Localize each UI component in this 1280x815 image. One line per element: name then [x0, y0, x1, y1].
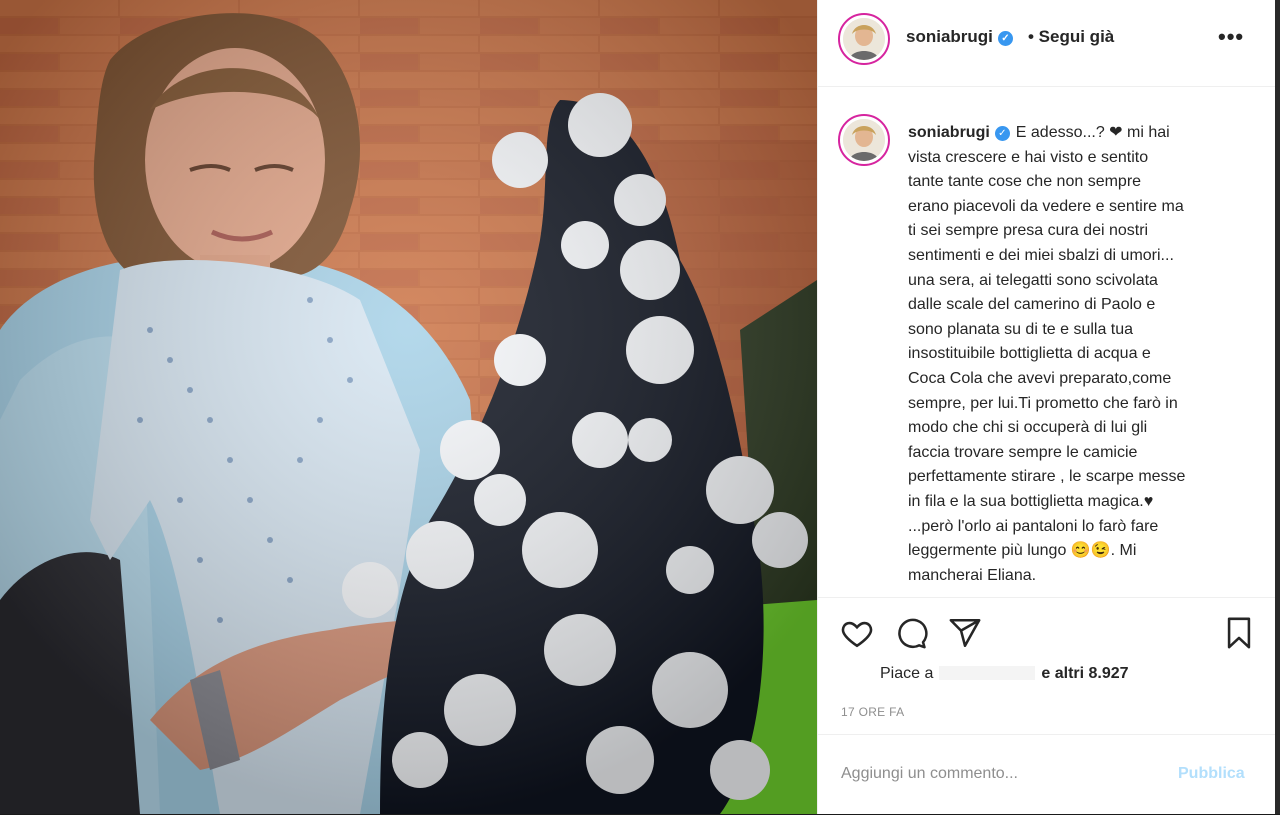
caption-line: erano piacevoli da vedere e sentire ma — [908, 197, 1184, 215]
comment-bar: Aggiungi un commento... Pubblica — [818, 734, 1276, 815]
caption-section: soniabrugi ✓ E adesso...? ❤ mi hai vista c… — [818, 87, 1276, 597]
author-avatar[interactable] — [838, 13, 890, 65]
caption-line: Coca Cola che avevi preparato,come — [908, 369, 1172, 387]
caption-line: una sera, ai telegatti sono scivolata — [908, 271, 1158, 289]
liker-name-redacted — [939, 666, 1036, 680]
more-options-icon[interactable]: ••• — [1218, 24, 1244, 50]
post-timestamp[interactable]: 17 ORE FA — [841, 705, 904, 719]
caption-line: vista crescere e hai visto e sentito — [908, 148, 1149, 166]
action-bar: Piace ae altri 8.927 17 ORE FA — [818, 597, 1276, 734]
author-username[interactable]: soniabrugi ✓ — [906, 27, 1013, 47]
follow-status[interactable]: • Segui già — [1028, 27, 1114, 47]
send-icon[interactable] — [948, 616, 982, 650]
caption-line: soniabrugi ✓ E adesso...? ❤ mi hai — [908, 124, 1170, 141]
post-photo[interactable] — [0, 0, 817, 814]
post-panel: soniabrugi ✓ • Segui già ••• soniabrugi ✓ E… — [817, 0, 1276, 814]
heart-icon[interactable] — [840, 616, 874, 650]
verified-badge-icon: ✓ — [997, 31, 1013, 46]
caption-line: modo che chi si occuperà di lui gli — [908, 419, 1148, 437]
caption-line: in fila e la sua bottiglietta magica.♥ — [908, 492, 1154, 510]
caption-username[interactable]: soniabrugi — [908, 124, 990, 141]
caption-line: faccia trovare sempre le camicie — [908, 443, 1138, 461]
caption-avatar[interactable] — [838, 114, 890, 166]
post-header: soniabrugi ✓ • Segui già ••• — [818, 0, 1276, 87]
caption-line: perfettamente stirare , le scarpe messe — [908, 468, 1186, 486]
caption-line: mancherai Eliana. — [908, 566, 1037, 584]
caption-line: dalle scale del camerino di Paolo e — [908, 296, 1156, 314]
caption-line: leggermente più lungo 😊😉. Mi — [908, 542, 1137, 560]
caption-line: ...però l'orlo ai pantaloni lo farò fare — [908, 517, 1159, 535]
likes-summary[interactable]: Piace ae altri 8.927 — [880, 665, 1129, 683]
publish-button[interactable]: Pubblica — [1178, 765, 1245, 783]
caption-line: tante tante cose che non sempre — [908, 173, 1142, 191]
caption-line: sempre, per lui.Ti prometto che farò in — [908, 394, 1178, 412]
caption-line: sentimenti e dei miei sbalzi di umori... — [908, 246, 1174, 264]
caption-text: soniabrugi ✓ E adesso...? ❤ mi hai vista c… — [908, 121, 1238, 588]
comment-icon[interactable] — [894, 616, 928, 650]
verified-badge-icon: ✓ — [994, 126, 1010, 141]
caption-line: insostituibile bottiglietta di acqua e — [908, 345, 1151, 363]
caption-line: ti sei sempre presa cura dei nostri — [908, 222, 1149, 240]
caption-line: sono planata su di te e sulla tua — [908, 320, 1134, 338]
bookmark-icon[interactable] — [1222, 616, 1256, 650]
comment-input[interactable]: Aggiungi un commento... — [841, 765, 1018, 783]
page-edge — [1275, 0, 1280, 814]
